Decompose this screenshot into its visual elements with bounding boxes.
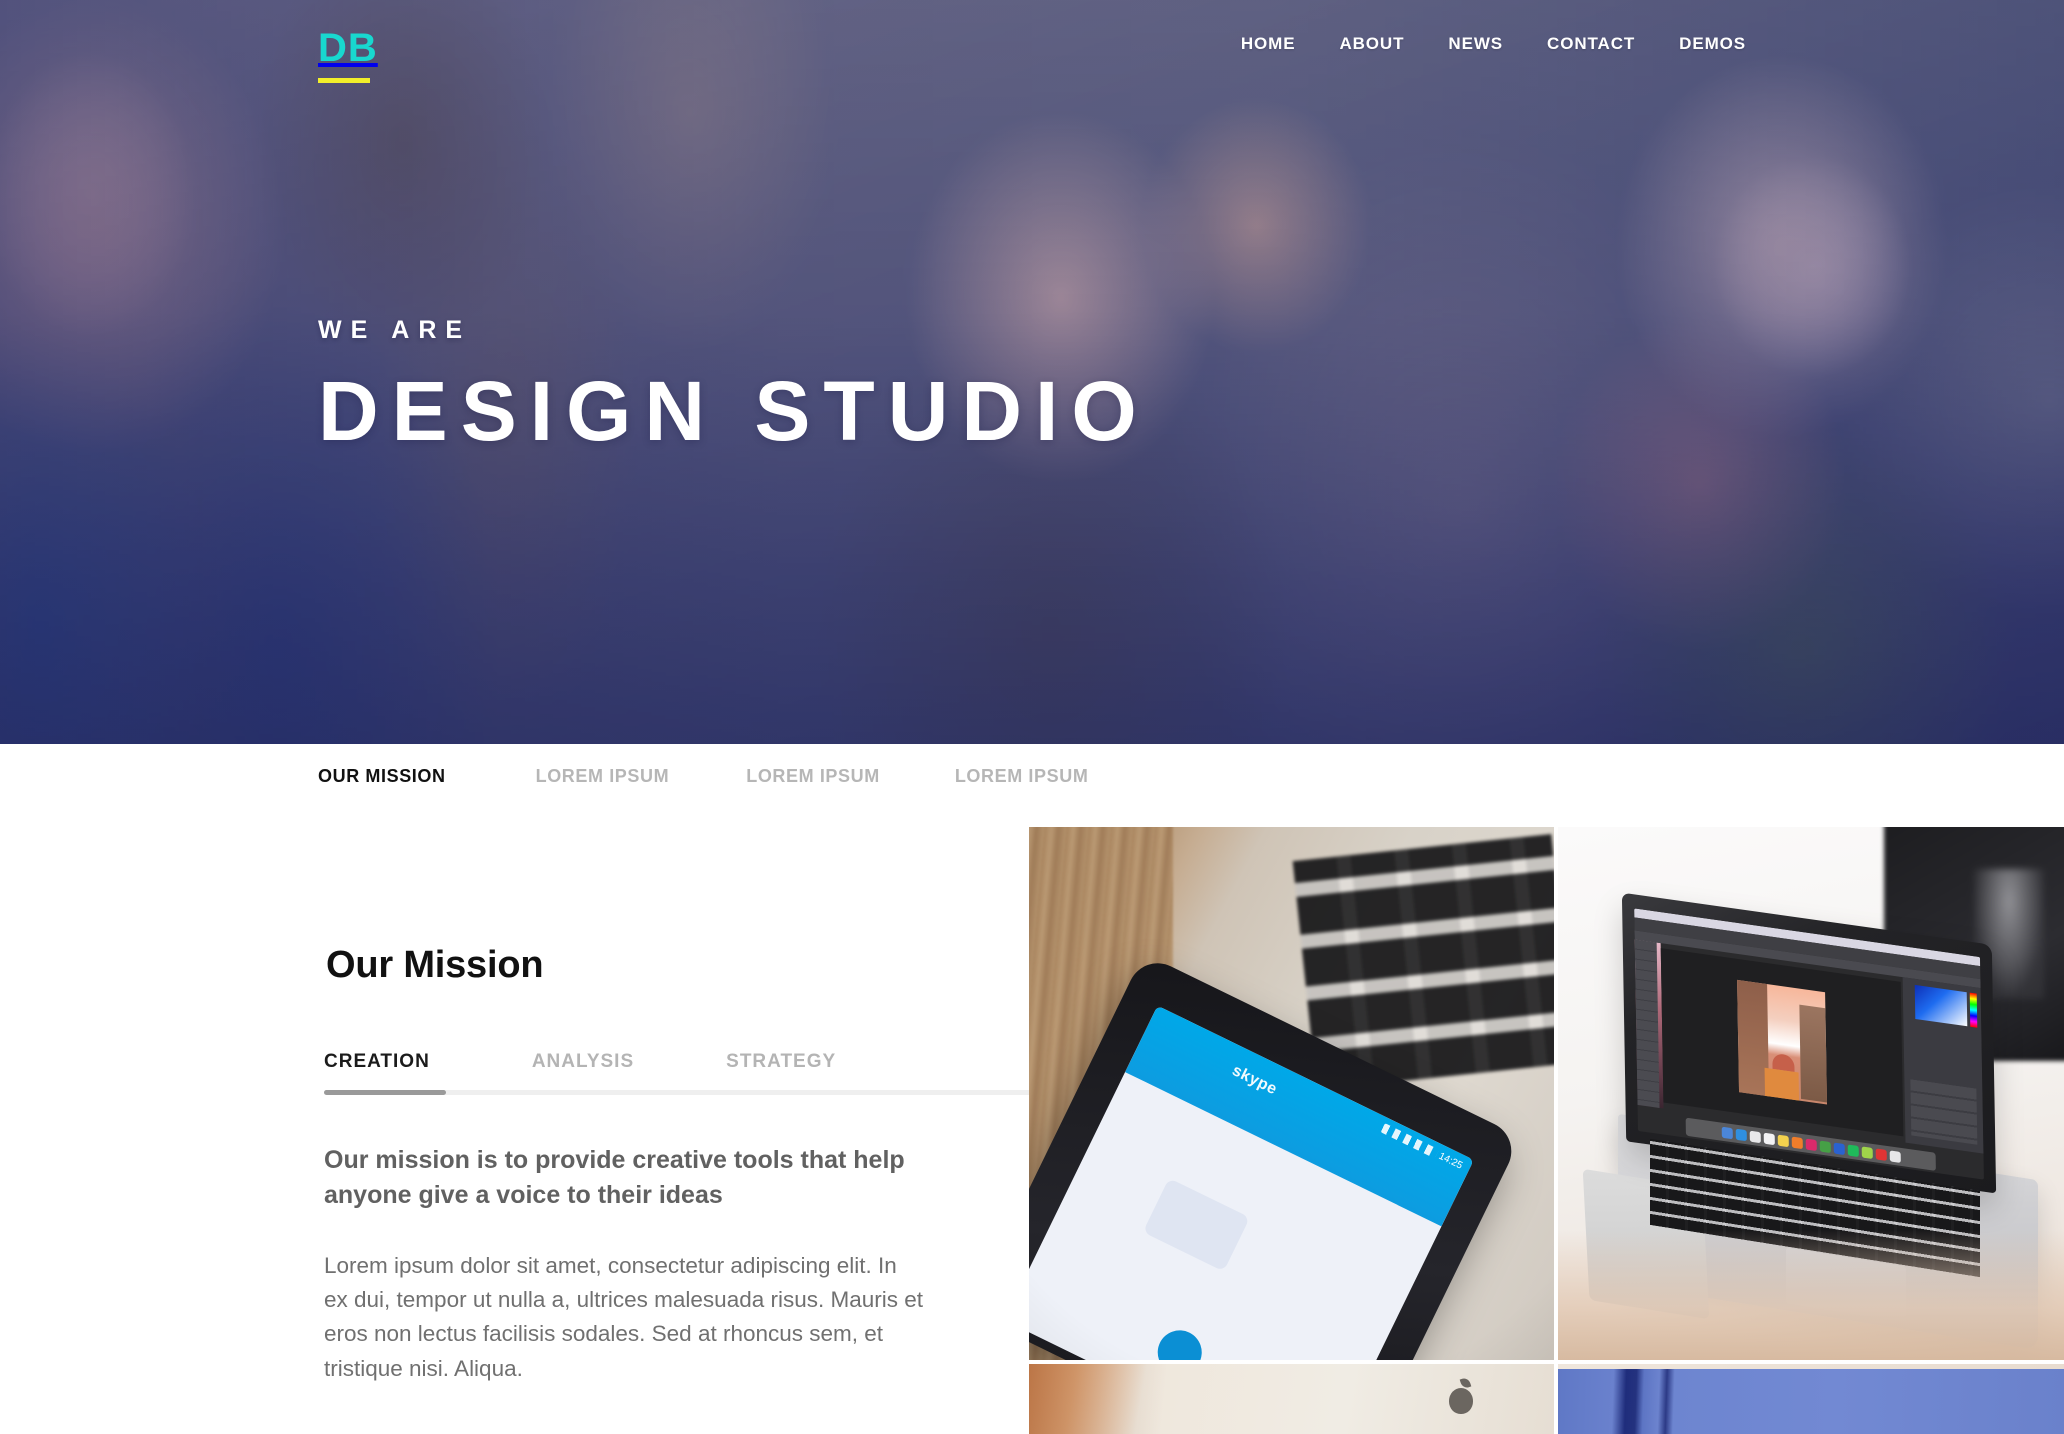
mission-content: Our Mission CREATION ANALYSIS STRATEGY O… bbox=[0, 824, 1029, 1434]
tile4-background bbox=[1558, 1369, 2064, 1434]
section-tab-lorem-ipsum-2[interactable]: LOREM IPSUM bbox=[746, 766, 880, 787]
dock-sketch-icon bbox=[1791, 1136, 1803, 1149]
nav-item-news[interactable]: NEWS bbox=[1426, 32, 1525, 56]
tile2-color-picker bbox=[1914, 984, 1968, 1027]
dock-chrome-icon bbox=[1819, 1139, 1831, 1153]
page-root: DB HOME ABOUT NEWS CONTACT DEMOS WE ARE … bbox=[0, 0, 2064, 1434]
hero-kicker: WE ARE bbox=[318, 316, 472, 344]
gallery-tile-macbook-lid[interactable] bbox=[1029, 1364, 1554, 1434]
dock-maps-icon bbox=[1777, 1134, 1789, 1147]
dock-evernote-icon bbox=[1861, 1145, 1873, 1159]
brand-underline bbox=[318, 78, 370, 83]
mission-tab-analysis[interactable]: ANALYSIS bbox=[532, 1051, 634, 1073]
dock-indesign-icon bbox=[1805, 1137, 1817, 1151]
nav-item-about[interactable]: ABOUT bbox=[1317, 32, 1426, 56]
tile3-shadow bbox=[1029, 1364, 1554, 1434]
mission-tab-strategy[interactable]: STRATEGY bbox=[726, 1051, 836, 1073]
nav-item-home[interactable]: HOME bbox=[1219, 32, 1318, 56]
tile2-artwork-building-right bbox=[1799, 1004, 1827, 1103]
gallery-tile-blue-cover[interactable] bbox=[1558, 1364, 2064, 1434]
gallery-vertical-seam bbox=[1554, 827, 1558, 1434]
section-tab-lorem-ipsum-3[interactable]: LOREM IPSUM bbox=[955, 766, 1089, 787]
section-tabs-bar: OUR MISSION LOREM IPSUM LOREM IPSUM LORE… bbox=[0, 744, 2064, 824]
tile2-artwork-image bbox=[1737, 979, 1828, 1105]
mission-lead-text: Our mission is to provide creative tools… bbox=[324, 1146, 905, 1209]
dock-messages-icon bbox=[1847, 1143, 1859, 1157]
tile2-artwork-house bbox=[1764, 1067, 1800, 1101]
site-header: DB HOME ABOUT NEWS CONTACT DEMOS bbox=[0, 0, 2064, 110]
mission-title: Our Mission bbox=[326, 944, 544, 986]
dock-safari-icon bbox=[1735, 1128, 1747, 1141]
image-gallery: skype 14:25 bbox=[1029, 827, 2064, 1434]
mission-body-text: Lorem ipsum dolor sit amet, consectetur … bbox=[324, 1253, 924, 1381]
tile2-desk-surface bbox=[1558, 1230, 2064, 1360]
tile2-hue-strip bbox=[1969, 992, 1978, 1028]
dock-notes-icon bbox=[1763, 1132, 1775, 1145]
nav-item-contact[interactable]: CONTACT bbox=[1525, 32, 1657, 56]
mission-tabs-underline-active bbox=[324, 1090, 446, 1095]
dock-mail-icon bbox=[1749, 1130, 1761, 1143]
gallery-tile-smartphone[interactable]: skype 14:25 bbox=[1029, 827, 1554, 1360]
main-navigation: HOME ABOUT NEWS CONTACT DEMOS bbox=[1219, 32, 1746, 56]
tile2-panels-column bbox=[1902, 977, 1984, 1154]
brand-logo-text: DB bbox=[318, 26, 378, 70]
section-tab-our-mission[interactable]: OUR MISSION bbox=[318, 766, 446, 787]
tile2-layers-panel bbox=[1910, 1079, 1978, 1145]
hero-title: DESIGN STUDIO bbox=[318, 364, 1150, 458]
gallery-horizontal-seam bbox=[1029, 1360, 2064, 1364]
mission-tab-creation[interactable]: CREATION bbox=[324, 1051, 430, 1073]
apple-logo-icon bbox=[1449, 1380, 1475, 1414]
section-tab-lorem-ipsum-1[interactable]: LOREM IPSUM bbox=[536, 766, 670, 787]
dock-finder-icon bbox=[1721, 1126, 1733, 1139]
hero-section: DB HOME ABOUT NEWS CONTACT DEMOS WE ARE … bbox=[0, 0, 2064, 744]
hero-copy: WE ARE DESIGN STUDIO bbox=[318, 318, 1150, 455]
dock-trash-icon bbox=[1889, 1149, 1901, 1163]
nav-item-demos[interactable]: DEMOS bbox=[1657, 32, 1746, 56]
gallery-tile-macbook-photoshop[interactable] bbox=[1558, 827, 2064, 1360]
mission-tabs: CREATION ANALYSIS STRATEGY bbox=[324, 1051, 890, 1073]
brand-logo[interactable]: DB bbox=[318, 28, 378, 83]
section-tabs-list: OUR MISSION LOREM IPSUM LOREM IPSUM LORE… bbox=[318, 766, 1088, 787]
dock-filezilla-icon bbox=[1875, 1147, 1887, 1161]
tile1-vignette bbox=[1029, 827, 1554, 1360]
tile2-photoshop-canvas bbox=[1660, 948, 1904, 1137]
dock-photoshop-icon bbox=[1833, 1141, 1845, 1155]
tile2-laptop-screen bbox=[1634, 908, 1984, 1180]
tile2-tool-palette bbox=[1634, 939, 1660, 1108]
